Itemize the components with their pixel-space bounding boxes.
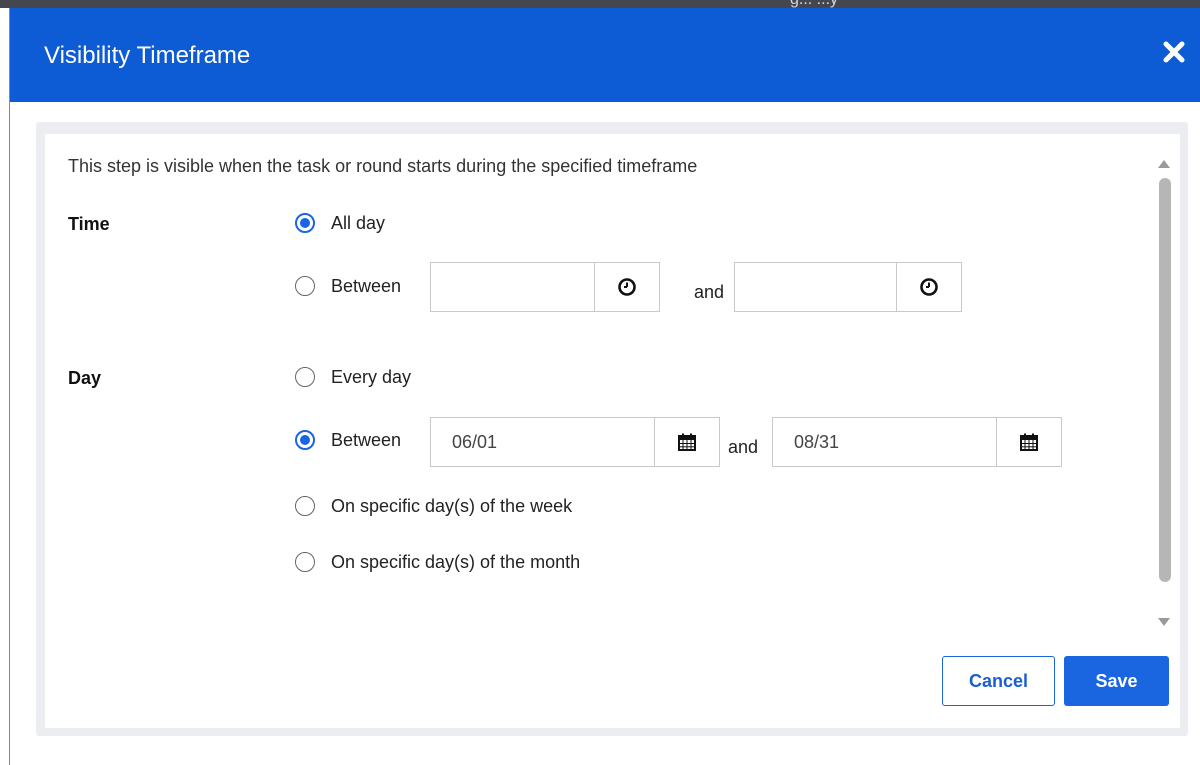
time-start-field[interactable] (430, 262, 660, 312)
day-week-label: On specific day(s) of the week (331, 496, 573, 516)
close-icon[interactable] (1158, 36, 1190, 68)
time-end-input[interactable] (735, 263, 896, 311)
day-month-radio[interactable] (295, 552, 315, 572)
calendar-icon[interactable] (654, 418, 719, 466)
day-every-day-radio[interactable] (295, 367, 315, 387)
clock-icon[interactable] (594, 263, 659, 311)
save-button[interactable]: Save (1064, 656, 1169, 706)
background-window-text: g... ...y (790, 0, 838, 8)
day-end-input[interactable]: 08/31 (773, 418, 996, 466)
time-between-radio[interactable] (295, 276, 315, 296)
calendar-icon[interactable] (996, 418, 1061, 466)
time-end-field[interactable] (734, 262, 962, 312)
day-end-field[interactable]: 08/31 (772, 417, 1062, 467)
day-between-label: Between (331, 430, 402, 450)
day-between-radio[interactable] (295, 430, 315, 450)
dialog-title: Visibility Timeframe (44, 42, 251, 69)
scrollbar-thumb[interactable] (1159, 178, 1171, 582)
scroll-up-arrow-icon[interactable] (1157, 156, 1171, 168)
cancel-button[interactable]: Cancel (942, 656, 1055, 706)
day-start-input[interactable]: 06/01 (431, 418, 654, 466)
time-all-day-radio[interactable] (295, 213, 315, 233)
dialog-left-border (9, 8, 10, 765)
time-between-label: Between (331, 276, 402, 296)
time-all-day-label: All day (331, 213, 386, 233)
background-window-strip: g... ...y (0, 0, 1200, 8)
clock-icon[interactable] (896, 263, 961, 311)
time-label: Time (68, 214, 110, 234)
scroll-down-arrow-icon[interactable] (1157, 614, 1171, 626)
description-text: This step is visible when the task or ro… (68, 156, 698, 176)
day-week-radio[interactable] (295, 496, 315, 516)
day-label: Day (68, 368, 102, 388)
day-and-label: and (728, 437, 759, 457)
day-start-field[interactable]: 06/01 (430, 417, 720, 467)
time-start-input[interactable] (431, 263, 594, 311)
day-month-label: On specific day(s) of the month (331, 552, 581, 572)
day-every-day-label: Every day (331, 367, 412, 387)
dialog-header: Visibility Timeframe (10, 8, 1200, 102)
time-and-label: and (694, 282, 725, 302)
